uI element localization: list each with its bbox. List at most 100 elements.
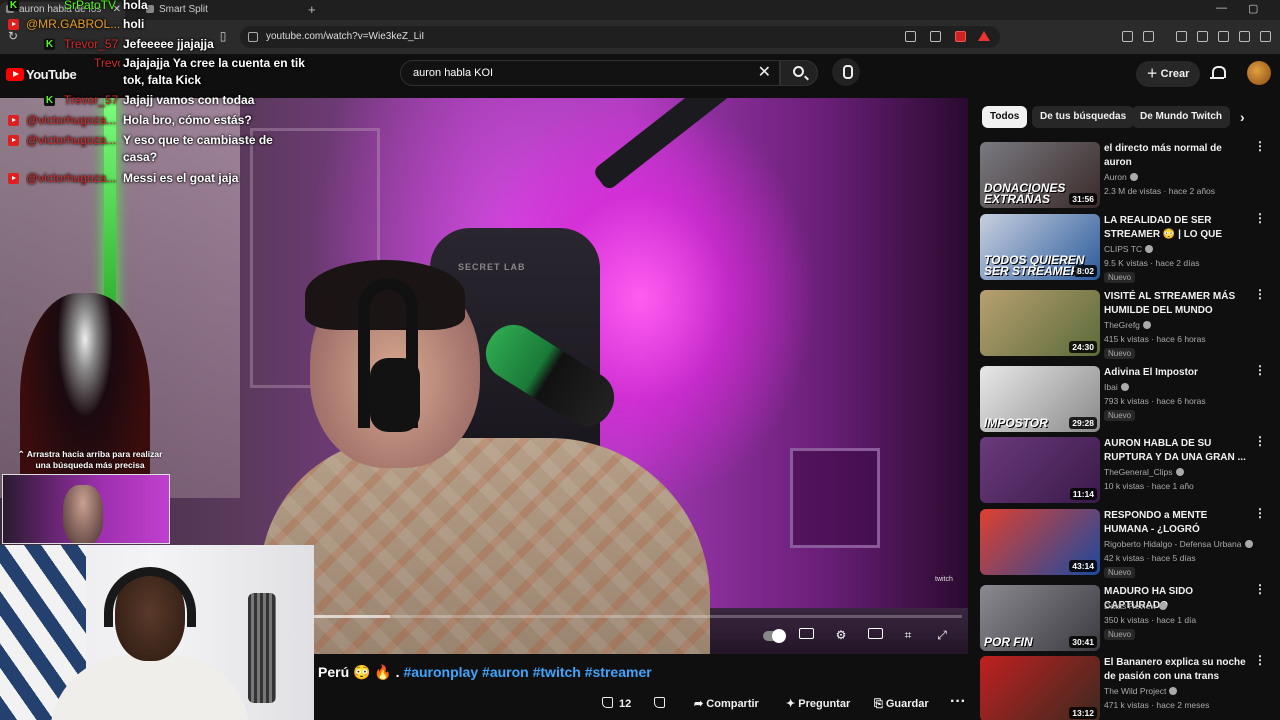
video-title[interactable]: AURON HABLA DE SU RUPTURA Y DA UNA GRAN … [1104,437,1252,465]
video-thumbnail[interactable]: IMPOSTOR 29:28 [980,366,1100,432]
autoplay-toggle[interactable] [763,629,786,643]
save-button[interactable]: ⎘ Guardar [874,692,929,716]
video-duration: 8:02 [1073,265,1097,277]
chip-de-mundo-twitch[interactable]: De Mundo Twitch [1132,106,1231,128]
more-options-icon[interactable]: ⋮ [1254,212,1266,224]
video-thumbnail[interactable]: 24:30 [980,290,1100,356]
channel-name[interactable]: CLIPS TC [1104,244,1154,254]
share-arrow-icon: ➦ [694,698,707,710]
video-thumbnail[interactable]: DONACIONES EXTRAÑAS 31:56 [980,142,1100,208]
recommended-video[interactable]: 24:30 VISITÉ AL STREAMER MÁS HUMILDE DEL … [980,288,1270,360]
more-options-icon[interactable]: ⋮ [1254,364,1266,376]
address-bar[interactable]: youtube.com/watch?v=Wie3keZ_LiI [240,26,1000,48]
hashtag-link[interactable]: #auron [482,664,529,680]
video-title[interactable]: Adivina El Impostor [1104,366,1252,380]
ask-button[interactable]: ✦ Preguntar [786,692,850,716]
chat-text: holi [123,17,145,31]
recommended-video[interactable]: IMPOSTOR 29:28 Adivina El Impostor Ibai 793 … [980,364,1270,436]
maximize-icon[interactable]: ▢ [1248,2,1258,15]
youtube-icon [8,19,19,30]
new-badge: Nuevo [1104,567,1136,578]
recommended-video[interactable]: 43:14 RESPONDO a MENTE HUMANA - ¿LOGRÓ DE… [980,507,1270,579]
more-options-icon[interactable]: ⋮ [1254,140,1266,152]
video-title-hashtags: Perú 😳 🔥 . #auronplay #auron #twitch #st… [318,664,652,681]
clear-search-icon[interactable]: ✕ [758,61,771,85]
video-title[interactable]: VISITÉ AL STREAMER MÁS HUMILDE DEL MUNDO [1104,290,1252,318]
video-title[interactable]: el directo más normal de auron [1104,142,1252,170]
recommended-video[interactable]: 11:14 AURON HABLA DE SU RUPTURA Y DA UNA … [980,435,1270,507]
search-input[interactable]: auron habla KOI ✕ [400,60,780,86]
headphone-cup [370,358,420,432]
music-icon[interactable] [1176,31,1187,42]
notifications-icon[interactable] [1210,65,1226,81]
hashtag-link[interactable]: #streamer [585,664,652,680]
wallet2-icon[interactable] [1218,31,1229,42]
webcam-headphones-icon [104,567,196,627]
youtube-icon [8,135,19,146]
more-options-icon[interactable]: ⋮ [1254,435,1266,447]
share-icon[interactable] [930,31,941,42]
more-options-icon[interactable]: ⋮ [1254,288,1266,300]
more-options-icon[interactable]: ⋮ [1254,507,1266,519]
wallet-icon[interactable] [1143,31,1154,42]
cast-icon[interactable]: ⌗ [899,628,917,642]
swipe-hint-text: Arrastra hacia arriba para realizar una … [26,449,163,470]
video-title[interactable]: RESPONDO a MENTE HUMANA - ¿LOGRÓ DESMONT… [1104,509,1252,537]
video-title[interactable]: LA REALIDAD DE SER STREAMER 😳 | LO QUE N… [1104,214,1252,242]
chip-todos[interactable]: Todos [982,106,1028,128]
extensions-icon[interactable] [1122,31,1133,42]
recommended-video[interactable]: 13:12 El Bananero explica su noche de pas… [980,654,1270,720]
hashtag-link[interactable]: #auronplay [403,664,478,680]
share-button[interactable]: ➦ Compartir [694,692,759,716]
like-count: 12 [619,698,632,710]
avatar[interactable] [1247,61,1271,85]
subtitles-icon[interactable] [797,628,815,642]
more-actions-icon[interactable]: ··· [950,692,966,712]
miniplayer-icon[interactable] [866,628,884,642]
recommended-video[interactable]: POR FIN 30:41 MADURO HA SIDO CAPTURADO Data… [980,583,1270,655]
verified-icon [1129,173,1138,181]
video-thumbnail-preview[interactable] [2,474,170,544]
hashtag-link[interactable]: #twitch [533,664,581,680]
buffered-bar [312,615,390,618]
fullscreen-icon[interactable]: ⤢ [933,628,951,642]
kick-icon: K [44,39,55,50]
sidebar-icon[interactable] [1197,31,1208,42]
video-title[interactable]: El Bananero explica su noche de pasión c… [1104,656,1252,684]
like-button[interactable]: 12 [602,692,631,716]
channel-name[interactable]: The Wild Project [1104,686,1178,696]
video-thumbnail[interactable]: POR FIN 30:41 [980,585,1100,651]
channel-name[interactable]: TheGrefg [1104,320,1151,330]
recommended-video[interactable]: TODOS QUIEREN SER STREAMER 8:02 LA REALIDA… [980,212,1270,284]
search-button[interactable] [780,60,818,86]
video-thumbnail[interactable]: 13:12 [980,656,1100,720]
progress-bar[interactable] [312,615,962,618]
vpn-icon[interactable] [1260,31,1271,42]
video-thumbnail[interactable]: TODOS QUIEREN SER STREAMER 8:02 [980,214,1100,280]
chat-text: hola [123,0,148,12]
save-label: Guardar [885,698,929,710]
voice-search-icon[interactable] [832,58,860,86]
video-thumbnail[interactable]: 11:14 [980,437,1100,503]
cast-icon[interactable] [905,31,916,42]
settings-icon[interactable]: ⚙ [832,628,850,642]
channel-name[interactable]: TheGeneral_Clips [1104,467,1184,477]
create-button[interactable]: ＋ Crear [1136,61,1200,87]
more-options-icon[interactable]: ⋮ [1254,583,1266,595]
more-options-icon[interactable]: ⋮ [1254,654,1266,666]
brave-shield-icon[interactable] [955,31,966,42]
channel-name[interactable]: Ibai [1104,382,1129,392]
chip-de-tus-busquedas[interactable]: De tus búsquedas [1032,106,1135,128]
recommended-video[interactable]: DONACIONES EXTRAÑAS 31:56 el directo más n… [980,140,1270,212]
chat-username: @MR.GABROL... [26,17,121,31]
chevron-right-icon[interactable]: › [1240,109,1245,125]
dislike-button[interactable] [654,692,671,716]
verified-icon [1145,245,1154,253]
brave-rewards-icon[interactable] [978,31,990,41]
channel-name[interactable]: Datas Review [1104,601,1168,611]
video-thumbnail[interactable]: 43:14 [980,509,1100,575]
channel-name[interactable]: Auron [1104,172,1138,182]
leo-ai-icon[interactable] [1239,31,1250,42]
channel-name[interactable]: Rigoberto Hidalgo - Defensa Urbana [1104,539,1253,549]
minimize-icon[interactable]: — [1216,2,1227,14]
